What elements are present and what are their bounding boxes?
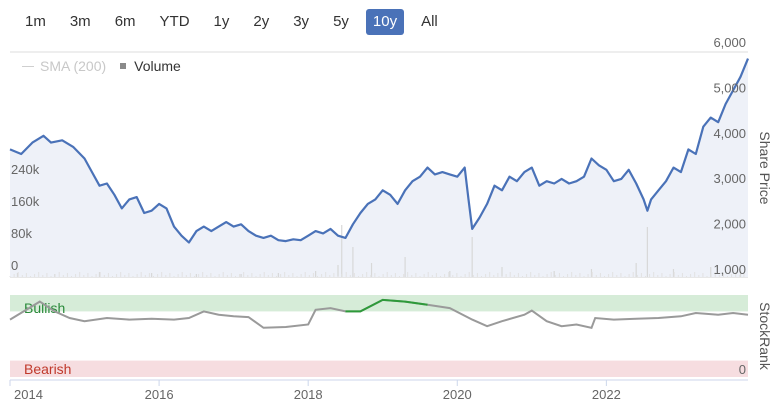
price-area-fill (10, 58, 748, 277)
share-price-axis-title: Share Price (757, 131, 773, 204)
price-axis-label: 6,000 (713, 35, 746, 50)
stockrank-zero-label: 0 (739, 362, 746, 377)
x-axis-label: 2016 (145, 387, 174, 402)
volume-axis-label: 160k (11, 194, 40, 209)
price-axis-label: 4,000 (713, 126, 746, 141)
x-axis-label: 2014 (14, 387, 43, 402)
volume-axis-label: 0 (11, 258, 18, 273)
stockrank-axis-title: StockRank (757, 302, 773, 371)
x-axis-label: 2022 (592, 387, 621, 402)
price-axis-label: 2,000 (713, 217, 746, 232)
x-axis-label: 2018 (294, 387, 323, 402)
x-axis-label: 2020 (443, 387, 472, 402)
price-axis-label: 3,000 (713, 171, 746, 186)
price-axis-label: 5,000 (713, 80, 746, 95)
price-axis-label: 1,000 (713, 262, 746, 277)
bearish-label: Bearish (24, 361, 71, 377)
volume-axis-label: 240k (11, 162, 40, 177)
price-chart: 0 80k 160k 240k 1,000 2,000 3,000 4,000 5,000 6,0… (9, 35, 773, 402)
bullish-band (10, 295, 748, 312)
bearish-band (10, 360, 748, 377)
volume-axis-label: 80k (11, 226, 32, 241)
